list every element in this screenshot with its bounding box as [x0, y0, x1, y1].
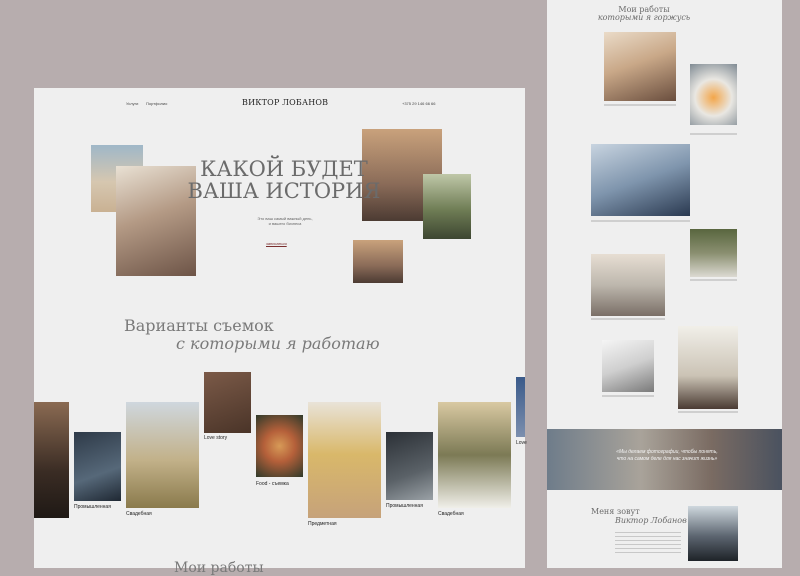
- works-title-line-2: которыми я горжусь: [597, 13, 691, 22]
- portfolio-caption-4: [690, 279, 737, 281]
- portfolio-panel: Мои работы которыми я горжусь «Мы делаем…: [547, 0, 782, 568]
- service-label-wedding-2[interactable]: Свадебная: [438, 511, 464, 517]
- service-label-product[interactable]: Предметная: [308, 521, 337, 527]
- hero-subtitle: Это ваш самый важный день, и вашего бизн…: [239, 216, 331, 226]
- service-label-love-story[interactable]: Love story: [204, 435, 227, 441]
- service-photo-product: [308, 402, 381, 518]
- portfolio-photo-7: [602, 340, 654, 392]
- logo[interactable]: ВИКТОР ЛОБАНОВ: [242, 98, 328, 107]
- about-title-line-2: Виктор Лобанов: [615, 516, 687, 525]
- hero-title-line-1: КАКОЙ БУДЕТ: [200, 157, 368, 181]
- hero-cta-link[interactable]: записаться: [266, 241, 287, 246]
- service-photo-love-story: [204, 372, 251, 433]
- portfolio-photo-6: [678, 326, 738, 409]
- service-label-love[interactable]: Love: [516, 440, 527, 446]
- quote-line-1: «Мы делаем фотографии, чтобы понять,: [616, 449, 718, 455]
- nav-portfolio[interactable]: Портфолио: [146, 101, 167, 106]
- service-photo-candle: [34, 402, 69, 518]
- quote-line-2: что на самом деле для нас значит жизнь»: [616, 456, 718, 462]
- service-photo-industrial-2: [386, 432, 433, 500]
- hero-photo-sunset-couple: [353, 240, 403, 283]
- services-title: Варианты съемок с которыми я работаю: [124, 317, 384, 353]
- portfolio-photo-2: [690, 64, 737, 125]
- works-title-peek: Мои работы: [174, 560, 264, 576]
- works-title: Мои работы которыми я горжусь: [589, 6, 699, 22]
- about-title: Меня зовут Виктор Лобанов: [591, 507, 691, 525]
- portfolio-caption-5: [591, 318, 665, 320]
- hero-title: КАКОЙ БУДЕТ ВАША ИСТОРИЯ: [184, 158, 384, 202]
- service-photo-love: [516, 377, 525, 437]
- about-text-placeholder: [615, 532, 681, 554]
- portfolio-caption-6: [678, 411, 738, 413]
- phone-number[interactable]: +375 29 146 66 66: [402, 101, 435, 106]
- nav-services[interactable]: Услуги: [126, 101, 138, 106]
- portfolio-photo-3: [591, 144, 690, 216]
- service-photo-industrial: [74, 432, 121, 501]
- hero-photo-forest: [423, 174, 471, 239]
- service-photo-food: [256, 415, 303, 477]
- hero-subtitle-line-2: и вашего бизнеса: [268, 221, 302, 226]
- portfolio-caption-1: [604, 104, 676, 106]
- portfolio-caption-3: [591, 220, 690, 222]
- service-label-industrial-2[interactable]: Промышленная: [386, 503, 423, 509]
- portfolio-caption-7: [602, 395, 654, 397]
- service-label-food[interactable]: Food - съемка: [256, 481, 289, 487]
- service-label-wedding[interactable]: Свадебная: [126, 511, 152, 517]
- portfolio-photo-4: [690, 229, 737, 277]
- quote-text: «Мы делаем фотографии, чтобы понять, что…: [587, 449, 747, 463]
- about-title-line-1: Меня зовут: [591, 507, 640, 516]
- services-title-line-1: Варианты съемок: [124, 316, 274, 335]
- portfolio-photo-1: [604, 32, 676, 101]
- portfolio-photo-5: [591, 254, 665, 316]
- portfolio-caption-2: [690, 133, 737, 135]
- service-photo-wedding-2: [438, 402, 511, 508]
- about-photo: [688, 506, 738, 561]
- service-photo-wedding: [126, 402, 199, 508]
- landing-panel: Услуги Портфолио ВИКТОР ЛОБАНОВ +375 29 …: [34, 88, 527, 576]
- hero-title-line-2: ВАША ИСТОРИЯ: [187, 179, 381, 203]
- services-title-line-2: с которыми я работаю: [176, 334, 380, 353]
- service-label-industrial[interactable]: Промышленная: [74, 504, 111, 510]
